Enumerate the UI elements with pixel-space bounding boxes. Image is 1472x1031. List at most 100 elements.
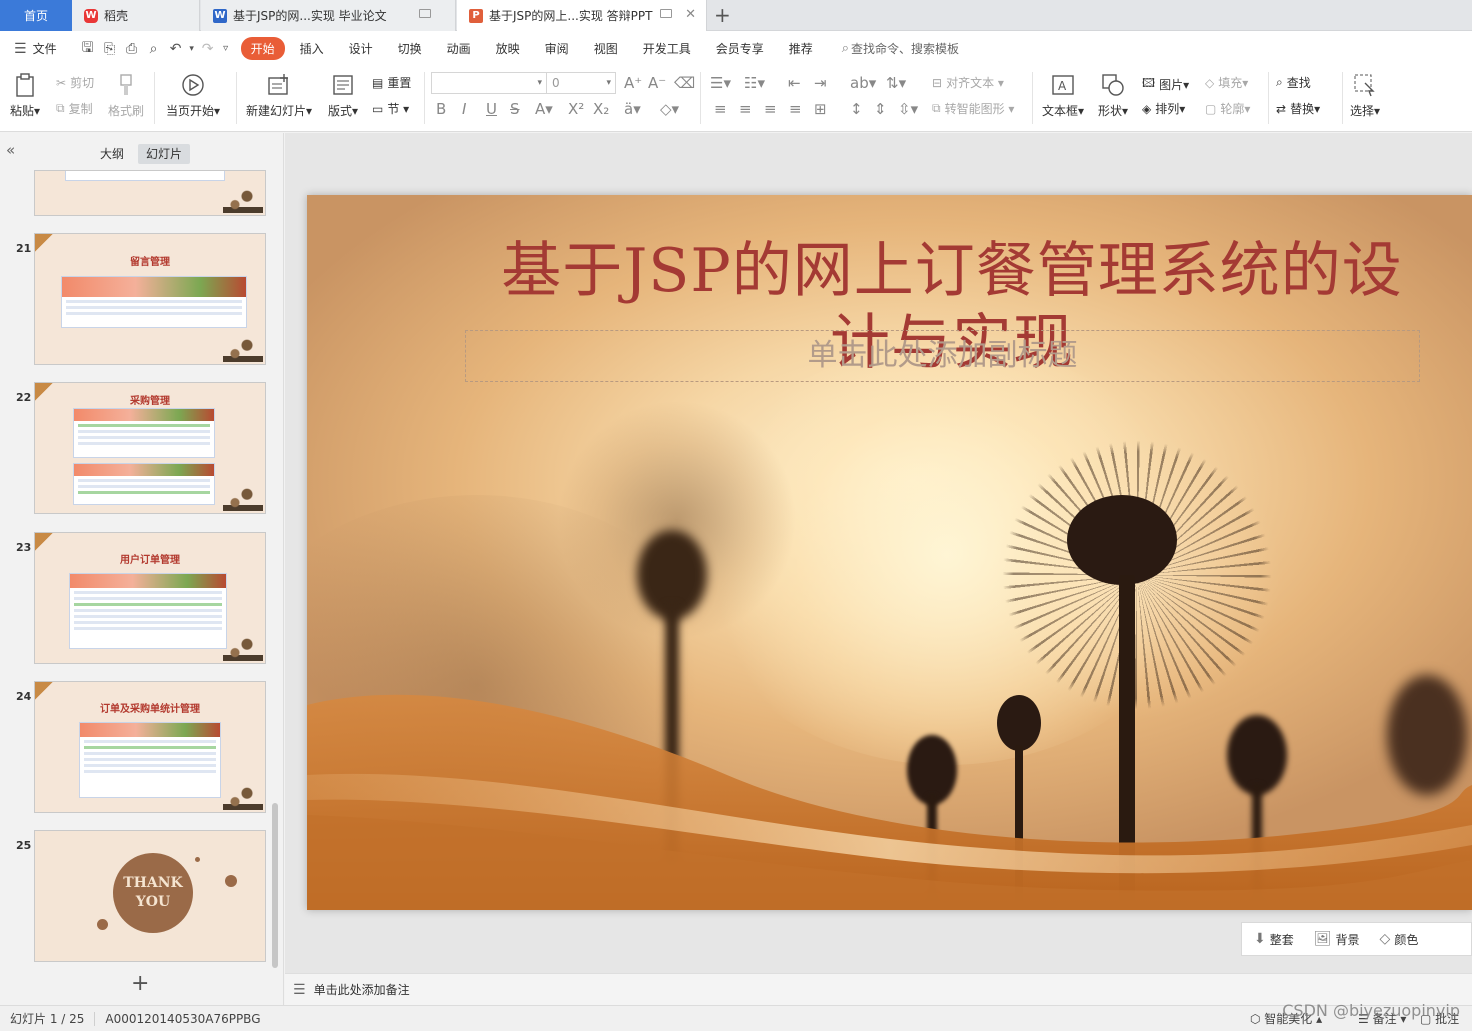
column-icon[interactable]: ⇳▾ bbox=[898, 100, 918, 118]
outline-button[interactable]: ▢ 轮廓 ▾ bbox=[1205, 100, 1250, 117]
export-icon[interactable]: ⎘ bbox=[99, 38, 121, 60]
distribute-icon[interactable]: ⊞ bbox=[814, 100, 827, 118]
add-slide-button[interactable]: + bbox=[131, 973, 149, 995]
select-button[interactable]: 选择▾ bbox=[1350, 72, 1380, 119]
clear-format-icon[interactable]: ⌫ bbox=[674, 74, 695, 92]
menu-review[interactable]: 审阅 bbox=[535, 37, 579, 60]
superscript-icon[interactable]: X² bbox=[568, 100, 584, 118]
highlight-icon[interactable]: ◇▾ bbox=[660, 100, 679, 118]
menu-recommend[interactable]: 推荐 bbox=[779, 37, 823, 60]
find-button[interactable]: ⌕ 查找 bbox=[1276, 74, 1311, 91]
menu-slideshow[interactable]: 放映 bbox=[486, 37, 530, 60]
arrange-button[interactable]: ◈ 排列 ▾ bbox=[1142, 100, 1185, 117]
replace-icon: ⇄ bbox=[1276, 101, 1287, 116]
slide-thumbnail-25[interactable]: THANK YOU bbox=[34, 830, 266, 962]
redo-icon[interactable]: ↷ bbox=[197, 38, 219, 60]
command-search[interactable]: 查找命令、搜索模板 bbox=[851, 40, 959, 57]
text-direction-icon[interactable]: ab▾ bbox=[850, 74, 876, 92]
chevron-down-icon[interactable]: ▾ bbox=[187, 38, 197, 60]
menu-view[interactable]: 视图 bbox=[584, 37, 628, 60]
panel-scrollbar[interactable] bbox=[272, 803, 278, 968]
menu-developer[interactable]: 开发工具 bbox=[633, 37, 701, 60]
reset-button[interactable]: ▤ 重置 bbox=[372, 74, 411, 91]
collapse-panel-icon[interactable]: « bbox=[6, 141, 15, 159]
slide-thumbnail-24[interactable]: 订单及采购单统计管理 bbox=[34, 681, 266, 813]
new-tab-button[interactable]: + bbox=[714, 4, 731, 26]
subscript-icon[interactable]: X₂ bbox=[593, 100, 609, 118]
font-family-select[interactable]: ▾ bbox=[431, 72, 547, 94]
tab-presentation[interactable]: P 基于JSP的网上...实现 答辩PPT ✕ bbox=[457, 0, 707, 31]
subtitle-placeholder[interactable]: 单击此处添加副标题 bbox=[465, 330, 1420, 382]
menu-member[interactable]: 会员专享 bbox=[706, 37, 774, 60]
bold-icon[interactable]: B bbox=[436, 100, 446, 118]
align-left-icon[interactable]: ≡ bbox=[714, 100, 727, 118]
undo-icon[interactable]: ↶ bbox=[165, 38, 187, 60]
print-preview-icon[interactable]: ⌕ bbox=[143, 38, 165, 60]
smart-art-button[interactable]: ⧉ 转智能图形 ▾ bbox=[932, 100, 1014, 117]
fill-button[interactable]: ◇ 填充 ▾ bbox=[1205, 74, 1248, 91]
print-icon[interactable]: ⎙ bbox=[121, 38, 143, 60]
indent-icon[interactable]: ⇥ bbox=[814, 74, 827, 92]
slide-thumbnail-21[interactable]: 留言管理 bbox=[34, 233, 266, 365]
align-center-icon[interactable]: ≡ bbox=[739, 100, 752, 118]
underline-icon[interactable]: U bbox=[486, 100, 497, 118]
italic-icon[interactable]: I bbox=[462, 100, 466, 118]
copy-button[interactable]: ⧉ 复制 bbox=[56, 100, 93, 117]
close-icon[interactable]: ✕ bbox=[685, 8, 696, 21]
menu-transitions[interactable]: 切换 bbox=[388, 37, 432, 60]
slide-thumbnail-20[interactable] bbox=[34, 170, 266, 216]
line-spacing-icon[interactable]: ↕ bbox=[850, 100, 863, 118]
bullets-icon[interactable]: ☰▾ bbox=[710, 74, 731, 92]
numbering-icon[interactable]: ☷▾ bbox=[744, 74, 765, 92]
picture-button[interactable]: 🖾 图片 ▾ bbox=[1142, 74, 1189, 95]
tab-outline[interactable]: 大纲 bbox=[92, 144, 132, 164]
play-from-current-button[interactable]: 当页开始▾ bbox=[166, 72, 220, 119]
new-slide-button[interactable]: 新建幻灯片▾ bbox=[246, 72, 312, 119]
color-button[interactable]: ◇ 颜色 bbox=[1380, 931, 1419, 948]
shape-button[interactable]: 形状▾ bbox=[1098, 72, 1128, 119]
current-slide[interactable]: 基于JSP的网上订餐管理系统的设计与实现 单击此处添加副标题 bbox=[307, 195, 1472, 910]
cut-button[interactable]: ✂ 剪切 bbox=[56, 74, 94, 91]
outdent-icon[interactable]: ⇤ bbox=[788, 74, 801, 92]
menu-insert[interactable]: 插入 bbox=[290, 37, 334, 60]
watermark: CSDN @biyezuopinvip bbox=[1282, 1001, 1460, 1020]
full-set-button[interactable]: ⬇ 整套 bbox=[1254, 931, 1294, 948]
tab-home[interactable]: 首页 bbox=[0, 0, 72, 31]
strikethrough-icon[interactable]: S bbox=[510, 100, 520, 118]
slide-thumbnail-23[interactable]: 用户订单管理 bbox=[34, 532, 266, 664]
replace-button[interactable]: ⇄ 替换 ▾ bbox=[1276, 100, 1320, 117]
menu-home[interactable]: 开始 bbox=[240, 37, 285, 60]
slide-thumbnail-22[interactable]: 采购管理 bbox=[34, 382, 266, 514]
textbox-button[interactable]: A 文本框▾ bbox=[1042, 72, 1084, 119]
hamburger-icon[interactable]: ☰ bbox=[14, 41, 27, 57]
align-right-icon[interactable]: ≡ bbox=[764, 100, 777, 118]
tab-slides[interactable]: 幻灯片 bbox=[138, 144, 191, 164]
textbox-icon: A bbox=[1050, 72, 1076, 98]
scissors-icon: ✂ bbox=[56, 75, 67, 90]
fill-icon: ◇ bbox=[1205, 75, 1215, 90]
layout-button[interactable]: 版式▾ bbox=[328, 72, 358, 119]
menu-animation[interactable]: 动画 bbox=[437, 37, 481, 60]
tab-thesis[interactable]: W 基于JSP的网...实现 毕业论文 bbox=[201, 0, 456, 31]
tab-docer[interactable]: W 稻壳 bbox=[72, 0, 200, 31]
section-button[interactable]: ▭ 节 ▾ bbox=[372, 100, 409, 117]
phonetic-icon[interactable]: ä▾ bbox=[624, 100, 641, 118]
background-label: 背景 bbox=[1335, 932, 1360, 947]
save-icon[interactable]: 🖫 bbox=[77, 38, 99, 60]
background-button[interactable]: 🖼 背景 bbox=[1314, 931, 1360, 948]
format-painter-button[interactable]: 格式刷 bbox=[108, 72, 144, 119]
justify-icon[interactable]: ≡ bbox=[789, 100, 802, 118]
new-slide-icon bbox=[266, 72, 292, 98]
align-text-button[interactable]: ⊟ 对齐文本 ▾ bbox=[932, 74, 1004, 91]
font-size-select[interactable]: 0 ▾ bbox=[546, 72, 616, 94]
file-menu[interactable]: 文件 bbox=[33, 40, 57, 57]
menu-design[interactable]: 设计 bbox=[339, 37, 383, 60]
sort-icon[interactable]: ⇅▾ bbox=[886, 74, 906, 92]
decrease-font-icon[interactable]: A⁻ bbox=[648, 74, 666, 92]
font-color-icon[interactable]: A▾ bbox=[535, 100, 553, 118]
paste-button[interactable]: 粘贴▾ bbox=[10, 72, 40, 119]
paragraph-spacing-icon[interactable]: ⇕ bbox=[874, 100, 887, 118]
increase-font-icon[interactable]: A⁺ bbox=[624, 74, 642, 92]
customize-icon[interactable]: ▿ bbox=[219, 38, 233, 60]
dandelion-center bbox=[1067, 495, 1177, 585]
